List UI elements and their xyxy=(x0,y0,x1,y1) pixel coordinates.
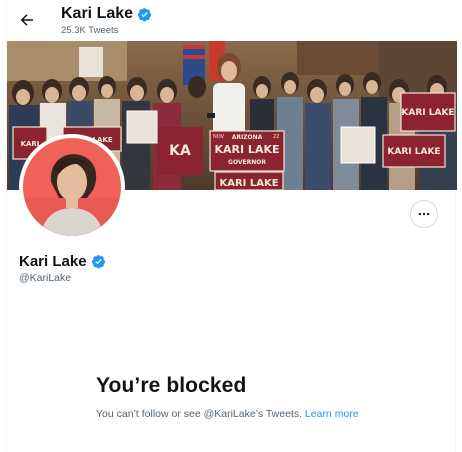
banner-sign-state-text: ARIZONA xyxy=(232,134,263,141)
profile-avatar[interactable] xyxy=(19,134,125,240)
banner-sign-nov-text: NOV xyxy=(213,134,225,140)
arrow-left-icon xyxy=(20,14,33,26)
profile-name-text: Kari Lake xyxy=(19,253,87,270)
profile-name: Kari Lake xyxy=(19,253,106,270)
svg-text:KARI LAKE: KARI LAKE xyxy=(219,178,278,189)
profile-handle: @KariLake xyxy=(19,272,72,284)
profile-page: Kari Lake 25.3K Tweets KA NOV ARIZONA KA… xyxy=(6,0,457,452)
blocked-message-text: You can’t follow or see @KariLake’s Twee… xyxy=(96,408,302,420)
header-name-text: Kari Lake xyxy=(61,5,134,22)
top-header: Kari Lake 25.3K Tweets xyxy=(7,0,457,41)
verified-badge-icon xyxy=(137,7,152,22)
back-button[interactable] xyxy=(15,8,39,32)
verified-badge-icon xyxy=(91,254,106,269)
more-options-button[interactable] xyxy=(410,200,438,228)
blocked-message: You can’t follow or see @KariLake’s Twee… xyxy=(96,407,366,422)
banner-sign-title-text: GOVERNOR xyxy=(228,159,266,166)
banner-sign-year-text: 22 xyxy=(273,134,279,140)
avatar-photo xyxy=(23,138,121,236)
header-name: Kari Lake xyxy=(61,5,152,23)
avatar xyxy=(23,138,121,236)
tweet-count: 25.3K Tweets xyxy=(61,25,119,36)
learn-more-link[interactable]: Learn more xyxy=(305,408,359,420)
blocked-title: You’re blocked xyxy=(96,374,247,397)
more-options-icon xyxy=(418,212,430,216)
banner-sign-name-text: KARI LAKE xyxy=(215,143,280,156)
svg-text:KARI LAKE: KARI LAKE xyxy=(401,108,454,118)
svg-text:KARI LAKE: KARI LAKE xyxy=(387,147,440,157)
svg-text:KA: KA xyxy=(169,143,191,159)
